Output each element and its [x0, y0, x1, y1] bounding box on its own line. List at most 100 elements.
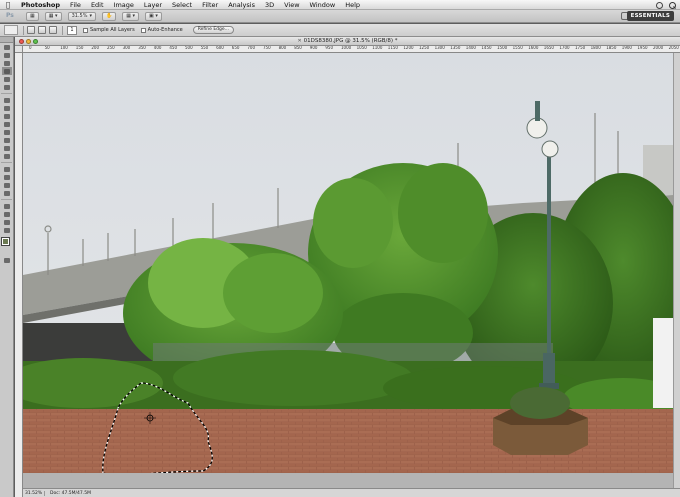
gradient-tool-icon[interactable] — [2, 136, 12, 144]
blur-tool-icon[interactable] — [2, 144, 12, 152]
menu-help[interactable]: Help — [340, 0, 365, 10]
ruler-tick-label: 2000 — [653, 46, 664, 50]
ruler-tick-label: 400 — [153, 46, 162, 50]
ruler-tick-label: 1600 — [528, 46, 539, 50]
pen-tool-icon[interactable] — [2, 165, 12, 173]
status-bar: 31.52% Doc: 47.5M/47.5M — [23, 488, 680, 497]
3d-orbit-tool-icon[interactable] — [2, 210, 12, 218]
ruler-tick-label: 950 — [325, 46, 334, 50]
sample-all-layers-checkbox[interactable] — [83, 27, 88, 33]
horizontal-ruler[interactable]: 0 50 100 150 200 250 300 350 400 450 500 550 600 650 7… — [23, 46, 680, 53]
menu-photoshop[interactable]: Photoshop — [16, 0, 65, 10]
ruler-tick-label: 500 — [185, 46, 193, 50]
ruler-tick-label: 550 — [200, 46, 209, 50]
ruler-tick-label: 1300 — [434, 46, 445, 50]
menu-file[interactable]: File — [65, 0, 86, 10]
spotlight-search-icon[interactable] — [669, 1, 676, 9]
ruler-tick-label: 150 — [75, 46, 84, 50]
ruler-tick-label: 900 — [309, 46, 318, 50]
move-tool-icon[interactable] — [2, 43, 12, 51]
view-extras-button[interactable]: ▦ ▾ — [44, 11, 62, 21]
brush-tool-icon[interactable] — [2, 104, 12, 112]
image-canvas[interactable] — [23, 53, 673, 473]
options-divider — [23, 25, 24, 35]
ruler-tick-label: 1200 — [403, 46, 414, 50]
menu-select[interactable]: Select — [167, 0, 197, 10]
workspace-switcher-button[interactable]: ESSENTIALS — [626, 11, 674, 21]
hand-tool-icon[interactable] — [2, 218, 12, 226]
auto-enhance-checkbox[interactable] — [140, 27, 146, 33]
apple-menu-icon[interactable]:  — [0, 1, 16, 9]
lasso-tool-icon[interactable] — [2, 59, 12, 67]
ruler-tick-label: 200 — [91, 46, 100, 50]
dodge-tool-icon[interactable] — [2, 152, 12, 160]
refine-edge-button[interactable]: Refine Edge... — [192, 26, 234, 34]
arrange-documents-button[interactable]: ▦ ▾ — [122, 11, 140, 21]
menu-view[interactable]: View — [279, 0, 304, 10]
sample-all-layers-label: Sample All Layers — [90, 27, 135, 33]
clock-icon[interactable] — [656, 1, 663, 9]
document-title-text: 01DS8380.JPG @ 31.5% (RGB/8) — [303, 38, 394, 44]
ruler-tick-label: 750 — [263, 46, 271, 50]
document-tab[interactable]: ✕ 01DS8380.JPG @ 31.5% (RGB/8) * — [15, 37, 680, 46]
menu-bar:  Photoshop File Edit Image Layer Select… — [0, 0, 680, 10]
modified-marker: * — [394, 38, 398, 44]
close-tab-icon[interactable]: ✕ — [297, 38, 301, 44]
brush-size-picker[interactable]: 1 — [67, 25, 77, 35]
3d-rotate-tool-icon[interactable] — [2, 202, 12, 210]
ruler-tick-label: 1700 — [559, 46, 570, 50]
screen-mode-button[interactable]: ▣ ▾ — [145, 11, 162, 21]
ruler-tick-label: 1100 — [372, 46, 383, 50]
menu-layer[interactable]: Layer — [139, 0, 167, 10]
spot-healing-tool-icon[interactable] — [2, 96, 12, 104]
new-selection-icon[interactable] — [27, 26, 35, 34]
ruler-tick-label: 1150 — [387, 46, 398, 50]
photo-park-scene — [23, 53, 673, 473]
zoom-level-value: 31.5% — [71, 12, 88, 19]
tool-preset-picker[interactable] — [4, 25, 18, 35]
path-selection-tool-icon[interactable] — [2, 181, 12, 189]
ruler-tick-label: 350 — [138, 46, 146, 50]
document-window: ✕ 01DS8380.JPG @ 31.5% (RGB/8) * 0 50 100 15… — [15, 37, 680, 497]
application-bar: Ps ▦ ▦ ▾ 31.5% ▾ ✋ ▦ ▾ ▣ ▾ ESSENTIALS — [0, 10, 680, 23]
add-to-selection-icon[interactable] — [38, 26, 46, 34]
history-brush-tool-icon[interactable] — [2, 120, 12, 128]
quick-selection-tool-icon[interactable] — [2, 67, 12, 75]
crop-tool-icon[interactable] — [2, 75, 12, 83]
eyedropper-tool-icon[interactable] — [2, 83, 12, 91]
vertical-ruler[interactable] — [15, 53, 23, 497]
ruler-tick-label: 700 — [247, 46, 256, 50]
ruler-tick-label: 450 — [169, 46, 178, 50]
launch-bridge-button[interactable]: ▦ — [26, 11, 39, 21]
marquee-tool-icon[interactable] — [2, 51, 12, 59]
options-bar: 1 Sample All Layers Auto-Enhance Refine … — [0, 24, 680, 37]
hand-tool-button[interactable]: ✋ — [101, 11, 117, 21]
menu-window[interactable]: Window — [305, 0, 341, 10]
ruler-tick-label: 300 — [122, 46, 131, 50]
menubar-status-area — [656, 0, 676, 10]
menu-image[interactable]: Image — [109, 0, 139, 10]
ruler-tick-label: 250 — [107, 46, 115, 50]
quick-mask-icon[interactable] — [2, 256, 12, 264]
menu-analysis[interactable]: Analysis — [223, 0, 260, 10]
ruler-tick-label: 1350 — [450, 46, 461, 50]
ruler-tick-label: 1750 — [575, 46, 586, 50]
shape-tool-icon[interactable] — [2, 189, 12, 197]
zoom-tool-icon[interactable] — [2, 226, 12, 234]
clone-stamp-tool-icon[interactable] — [2, 112, 12, 120]
vertical-scrollbar[interactable] — [673, 53, 680, 488]
zoom-level-dropdown[interactable]: 31.5% ▾ — [67, 11, 96, 21]
menu-edit[interactable]: Edit — [86, 0, 109, 10]
menu-3d[interactable]: 3D — [260, 0, 279, 10]
status-zoom-field[interactable]: 31.52% — [23, 490, 45, 496]
ruler-tick-label: 1650 — [543, 46, 554, 50]
type-tool-icon[interactable] — [2, 173, 12, 181]
ruler-origin[interactable] — [15, 46, 23, 53]
status-doc-size[interactable]: Doc: 47.5M/47.5M — [45, 491, 91, 496]
subtract-from-selection-icon[interactable] — [49, 26, 57, 34]
color-swatches — [1, 236, 12, 254]
ruler-tick-label: 850 — [294, 46, 302, 50]
foreground-color-swatch[interactable] — [1, 237, 10, 246]
menu-filter[interactable]: Filter — [197, 0, 223, 10]
eraser-tool-icon[interactable] — [2, 128, 12, 136]
